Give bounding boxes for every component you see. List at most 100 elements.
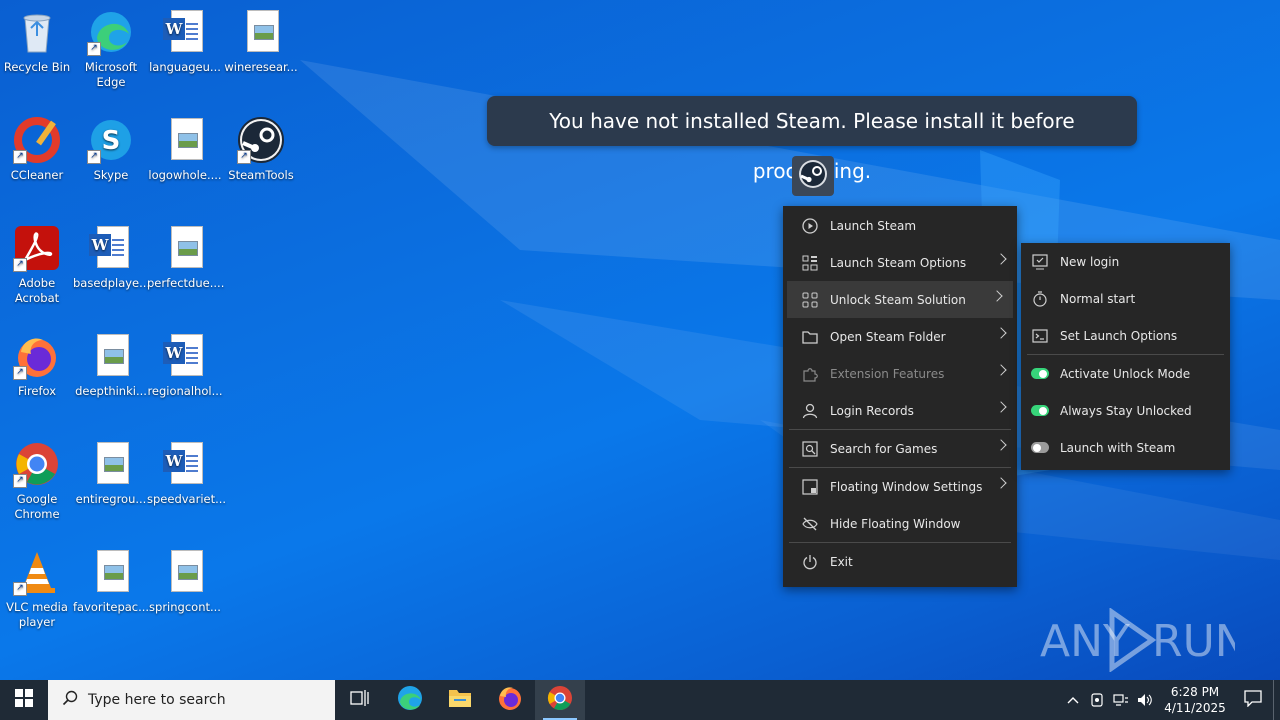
menu-item-login-records[interactable]: Login Records [783, 392, 1017, 429]
submenu-item-always-stay-unlocked[interactable]: Always Stay Unlocked [1021, 392, 1230, 429]
desktop-icon-acrobat[interactable]: ↗ Adobe Acrobat [0, 224, 75, 306]
desktop-icon-word-doc[interactable]: W speedvariet... [147, 440, 227, 507]
desktop-icon-image-file[interactable]: logowhole.... [147, 116, 223, 183]
taskbar-file-explorer[interactable] [435, 680, 485, 720]
taskbar-edge[interactable] [385, 680, 435, 720]
watermark-text-left: ANY [1040, 616, 1130, 667]
svg-text:S: S [102, 126, 121, 156]
desktop-icon-ccleaner[interactable]: ↗ CCleaner [0, 116, 75, 183]
submenu-item-new-login[interactable]: New login [1021, 243, 1230, 280]
menu-item-launch-steam-options[interactable]: Launch Steam Options [783, 244, 1017, 281]
submenu-item-normal-start[interactable]: Normal start [1021, 280, 1230, 317]
desktop-icon-image-file[interactable]: entiregrou... [73, 440, 149, 507]
menu-item-floating-window-settings[interactable]: Floating Window Settings [783, 468, 1017, 505]
menu-item-extension-features[interactable]: Extension Features [783, 355, 1017, 392]
desktop-icon-image-file[interactable]: deepthinki... [73, 332, 149, 399]
desktop-icon-label: speedvariet... [147, 492, 227, 506]
network-icon[interactable] [1109, 680, 1133, 720]
menu-item-search-for-games[interactable]: Search for Games [783, 430, 1017, 467]
desktop-icon-word-doc[interactable]: W languageu... [147, 8, 223, 75]
taskbar-clock[interactable]: 6:28 PM 4/11/2025 [1157, 684, 1233, 716]
desktop-icon-label: basedplaye... [73, 276, 151, 290]
steam-icon: ↗ [237, 116, 285, 164]
image-file-icon [237, 8, 285, 56]
desktop-icon-label: VLC media player [6, 600, 68, 629]
desktop-icon-word-doc[interactable]: W regionalhol... [147, 332, 223, 399]
desktop-icon-recycle-bin[interactable]: Recycle Bin [0, 8, 75, 75]
toggle-container [1031, 365, 1049, 383]
desktop-icon-label: SteamTools [228, 168, 294, 182]
recycle-bin-icon [13, 8, 61, 56]
submenu-item-label: Activate Unlock Mode [1060, 366, 1191, 381]
desktop-icon-steamtools[interactable]: ↗ SteamTools [223, 116, 299, 183]
menu-item-launch-steam[interactable]: Launch Steam [783, 207, 1017, 244]
skype-icon: S ↗ [87, 116, 135, 164]
task-view-button[interactable] [335, 680, 385, 720]
submenu-item-label: Launch with Steam [1060, 440, 1176, 455]
floating-steam-button[interactable] [792, 156, 834, 196]
desktop-icon-image-file[interactable]: perfectdue.... [147, 224, 224, 291]
shortcut-arrow-icon: ↗ [13, 150, 27, 164]
menu-item-exit[interactable]: Exit [783, 543, 1017, 580]
options-grid-icon [801, 254, 819, 272]
desktop-icon-label: deepthinki... [75, 384, 147, 398]
word-doc-icon: W [87, 224, 135, 272]
taskbar-chrome[interactable] [535, 680, 585, 720]
menu-item-hide-floating-window[interactable]: Hide Floating Window [783, 505, 1017, 542]
volume-icon[interactable] [1133, 680, 1157, 720]
submenu-item-label: Set Launch Options [1060, 328, 1178, 343]
image-file-icon [161, 224, 209, 272]
shortcut-arrow-icon: ↗ [87, 150, 101, 164]
search-icon [62, 690, 78, 710]
shortcut-arrow-icon: ↗ [13, 258, 27, 272]
monitor-check-icon [1031, 253, 1049, 271]
submenu-item-set-launch-options[interactable]: Set Launch Options [1021, 317, 1230, 354]
launch-with-steam-toggle[interactable] [1031, 442, 1049, 453]
tray-app-icon[interactable] [1085, 680, 1109, 720]
image-file-icon [87, 332, 135, 380]
unlock-grid-icon [801, 291, 819, 309]
folder-icon [801, 328, 819, 346]
desktop-icon-image-file[interactable]: springcont... [147, 548, 223, 615]
desktop-icon-skype[interactable]: S ↗ Skype [73, 116, 149, 183]
menu-item-label: Unlock Steam Solution [830, 292, 966, 307]
menu-item-open-steam-folder[interactable]: Open Steam Folder [783, 318, 1017, 355]
menu-item-unlock-steam-solution[interactable]: Unlock Steam Solution [787, 281, 1013, 318]
vlc-icon: ↗ [13, 548, 61, 596]
submenu-item-activate-unlock-mode[interactable]: Activate Unlock Mode [1021, 355, 1230, 392]
taskbar-search-box[interactable]: Type here to search [48, 680, 335, 720]
windows-logo-icon [15, 689, 33, 711]
menu-item-label: Launch Steam [830, 218, 917, 233]
submenu-item-label: Normal start [1060, 291, 1136, 306]
shortcut-arrow-icon: ↗ [237, 150, 251, 164]
desktop-icon-word-doc[interactable]: W basedplaye... [73, 224, 151, 291]
start-button[interactable] [0, 680, 48, 720]
chevron-right-icon [995, 401, 1007, 413]
desktop-icon-vlc[interactable]: ↗ VLC media player [0, 548, 75, 630]
image-file-icon [87, 440, 135, 488]
submenu-item-label: New login [1060, 254, 1120, 269]
unlock-steam-solution-submenu: New login Normal start Set Launch Option… [1021, 243, 1230, 470]
always-stay-unlocked-toggle[interactable] [1031, 405, 1049, 416]
desktop-icon-label: CCleaner [10, 168, 64, 182]
desktop-icon-label: wineresear... [224, 60, 298, 74]
chrome-icon [547, 685, 573, 715]
taskbar-firefox[interactable] [485, 680, 535, 720]
toggle-container [1031, 402, 1049, 420]
submenu-item-launch-with-steam[interactable]: Launch with Steam [1021, 429, 1230, 466]
tray-overflow-chevron-icon[interactable] [1061, 680, 1085, 720]
image-file-icon [161, 116, 209, 164]
chrome-icon: ↗ [13, 440, 61, 488]
acrobat-icon: ↗ [13, 224, 61, 272]
action-center-button[interactable] [1233, 680, 1273, 720]
activate-unlock-mode-toggle[interactable] [1031, 368, 1049, 379]
desktop-icon-chrome[interactable]: ↗ Google Chrome [0, 440, 75, 522]
desktop-icon-edge[interactable]: ↗ Microsoft Edge [73, 8, 149, 90]
show-desktop-button[interactable] [1273, 680, 1280, 720]
task-view-icon [350, 689, 370, 711]
chevron-right-icon [995, 364, 1007, 376]
menu-item-label: Hide Floating Window [830, 516, 961, 531]
desktop-icon-image-file[interactable]: favoritepac... [73, 548, 149, 615]
desktop-icon-firefox[interactable]: ↗ Firefox [0, 332, 75, 399]
desktop-icon-image-file[interactable]: wineresear... [223, 8, 299, 75]
